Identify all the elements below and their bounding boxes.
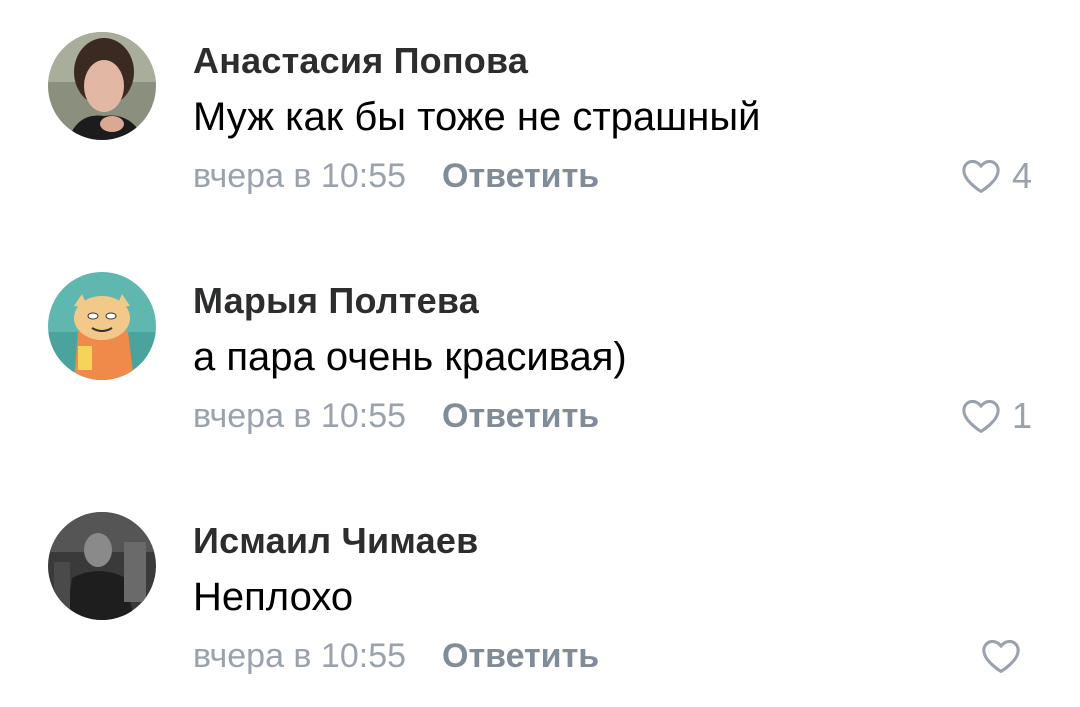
like-button[interactable] xyxy=(980,636,1032,676)
comment-time: вчера в 10:55 xyxy=(193,397,407,435)
comment-author[interactable]: Анастасия Попова xyxy=(193,40,528,82)
like-count: 1 xyxy=(1011,395,1032,436)
comment-author[interactable]: Марыя Полтева xyxy=(193,280,479,322)
comment-item: Исмаил Чимаев Неплохо вчера в 10:55 Ответ… xyxy=(0,480,1080,700)
like-count: 4 xyxy=(1011,155,1032,196)
like-button[interactable]: 1 xyxy=(960,395,1032,436)
heart-outline-icon xyxy=(960,158,1002,194)
comment-author[interactable]: Исмаил Чимаев xyxy=(193,520,478,562)
reply-button[interactable]: Ответить xyxy=(442,637,599,675)
comment-item: Анастасия Попова Муж как бы тоже не стра… xyxy=(0,0,1080,220)
heart-outline-icon xyxy=(960,398,1002,434)
comment-time: вчера в 10:55 xyxy=(193,157,407,195)
comment-item: Марыя Полтева а пара очень красивая) вче… xyxy=(0,240,1080,460)
avatar[interactable] xyxy=(48,512,156,620)
avatar[interactable] xyxy=(48,32,156,140)
comment-meta: вчера в 10:55 Ответить xyxy=(193,156,599,196)
comment-meta: вчера в 10:55 Ответить xyxy=(193,396,599,436)
comment-text: Неплохо xyxy=(193,575,354,619)
comment-meta: вчера в 10:55 Ответить xyxy=(193,636,599,676)
like-button[interactable]: 4 xyxy=(960,155,1032,196)
comment-text: а пара очень красивая) xyxy=(193,335,627,379)
avatar[interactable] xyxy=(48,272,156,380)
reply-button[interactable]: Ответить xyxy=(442,157,599,195)
heart-outline-icon xyxy=(980,638,1022,674)
reply-button[interactable]: Ответить xyxy=(442,397,599,435)
comment-time: вчера в 10:55 xyxy=(193,637,407,675)
comment-text: Муж как бы тоже не страшный xyxy=(193,95,761,139)
